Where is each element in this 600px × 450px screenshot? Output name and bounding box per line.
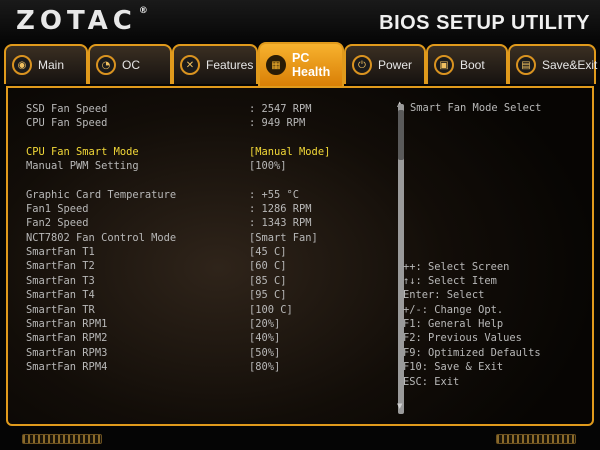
tab-label: OC bbox=[122, 58, 140, 72]
scroll-down-icon[interactable]: ▼ bbox=[397, 402, 402, 410]
tab-boot[interactable]: ▣ Boot bbox=[426, 44, 508, 84]
tab-oc[interactable]: ◔ OC bbox=[88, 44, 172, 84]
help-key-line: ↑↓: Select Item bbox=[403, 275, 497, 287]
help-key-line: Enter: Select bbox=[403, 289, 485, 301]
tab-power[interactable]: ⏻ Power bbox=[344, 44, 426, 84]
help-description: Smart Fan Mode Select bbox=[410, 102, 542, 114]
tab-main[interactable]: ◉ Main bbox=[4, 44, 88, 84]
power-icon: ⏻ bbox=[352, 55, 372, 75]
tab-label: Main bbox=[38, 58, 65, 72]
scroll-thumb[interactable] bbox=[398, 110, 404, 160]
lock-icon: ▣ bbox=[434, 55, 454, 75]
footer-grill-left bbox=[22, 434, 102, 444]
zotac-logo: ZOTAC ® bbox=[16, 6, 148, 36]
tab-label: Boot bbox=[460, 58, 485, 72]
footer-grill-right bbox=[496, 434, 576, 444]
settings-panel: SSD Fan Speed : 2547 RPM CPU Fan Speed :… bbox=[6, 86, 594, 426]
header-bar: ZOTAC ® BIOS SETUP UTILITY bbox=[0, 0, 600, 44]
help-key-line: ++: Select Screen bbox=[403, 261, 510, 273]
bios-title: BIOS SETUP UTILITY bbox=[379, 12, 590, 34]
tab-label: Features bbox=[206, 58, 254, 72]
tab-label: PC Health bbox=[292, 51, 331, 79]
help-key-line: F9: Optimized Defaults bbox=[403, 347, 541, 359]
help-key-line: F2: Previous Values bbox=[403, 332, 522, 344]
tab-pc-health[interactable]: ▦ PC Health bbox=[258, 42, 344, 86]
help-key-line: +/-: Change Opt. bbox=[403, 304, 504, 316]
tab-save-exit[interactable]: ▤ Save&Exit bbox=[508, 44, 598, 84]
help-key-line: ESC: Exit bbox=[403, 376, 460, 388]
main-circle-icon: ◉ bbox=[12, 55, 32, 75]
tab-label: Power bbox=[378, 58, 413, 72]
tab-bar: ◉ Main ◔ OC ✕ Features ▦ PC Health ⏻ Pow… bbox=[0, 42, 600, 88]
tools-icon: ✕ bbox=[180, 55, 200, 75]
tab-features[interactable]: ✕ Features bbox=[172, 44, 258, 84]
help-key-line: F10: Save & Exit bbox=[403, 361, 504, 373]
chip-icon: ▦ bbox=[266, 55, 286, 75]
tab-label: Save&Exit bbox=[542, 58, 598, 72]
help-key-line: F1: General Help bbox=[403, 318, 504, 330]
gauge-icon: ◔ bbox=[96, 55, 116, 75]
save-exit-icon: ▤ bbox=[516, 55, 536, 75]
